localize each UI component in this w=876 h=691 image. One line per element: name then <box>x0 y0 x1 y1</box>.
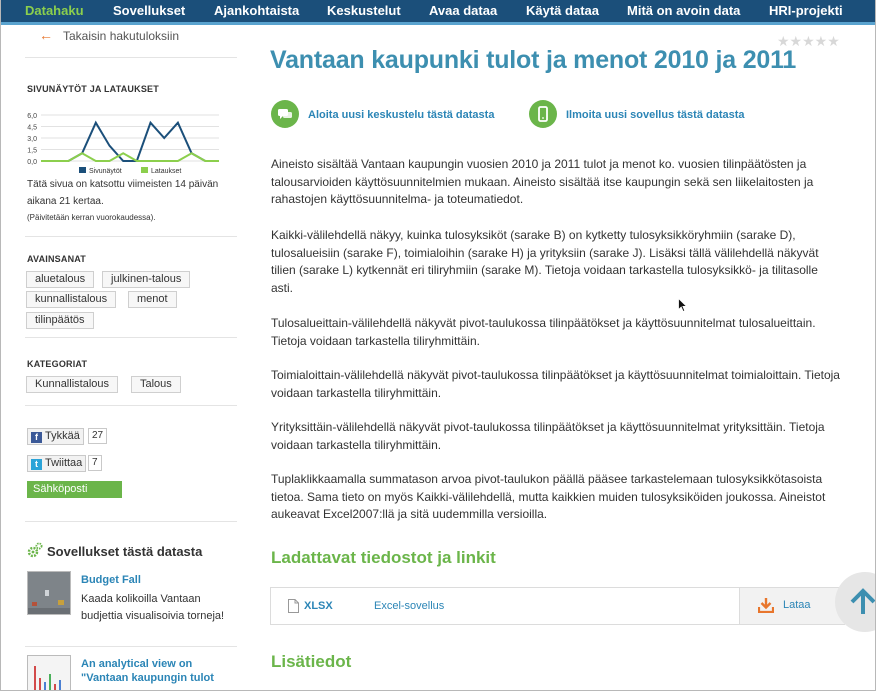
arrow-left-icon: ← <box>39 27 53 43</box>
gears-icon <box>27 542 43 558</box>
twitter-icon: t <box>31 459 42 470</box>
description-paragraph: Kaikki-välilehdellä näkyy, kuinka tulosy… <box>271 228 819 295</box>
file-icon <box>288 599 299 613</box>
sidebar-divider <box>25 646 237 647</box>
nav-hri-projekti[interactable]: HRI-projekti <box>769 3 843 18</box>
keyword-tag[interactable]: kunnallistalous <box>26 291 117 308</box>
email-share-button[interactable]: Sähköposti <box>27 481 122 498</box>
download-button[interactable]: Lataa <box>739 588 845 624</box>
app-title-analytical-view[interactable]: An analytical view on "Vantaan kaupungin… <box>81 657 231 685</box>
categories-heading: KATEGORIAT <box>27 359 88 369</box>
sidebar-divider <box>25 236 237 237</box>
back-to-results-link[interactable]: ← Takaisin hakutuloksiin <box>39 27 179 43</box>
chart-legend-swatch <box>79 167 86 173</box>
views-text-line-1: Tätä sivua on katsottu viimeisten 14 päi… <box>27 179 219 190</box>
views-update-note: (Päivitetään kerran vuorokaudessa). <box>27 213 156 222</box>
facebook-like-count: 27 <box>88 428 108 444</box>
download-icon <box>758 598 774 613</box>
views-text-line-2: aikana 21 kertaa. <box>27 196 104 207</box>
top-navigation: Datahaku Sovellukset Ajankohtaista Kesku… <box>1 0 875 25</box>
chart-y-tick-label: 4,5 <box>27 125 37 132</box>
file-name-link[interactable]: Excel-sovellus <box>374 600 444 612</box>
pageviews-heading: SIVUNÄYTÖT JA LATAUKSET <box>27 84 159 94</box>
chart-y-tick-label: 3,0 <box>27 136 37 143</box>
chart-legend-swatch <box>141 167 148 173</box>
description-paragraph: Tulosalueittain-välilehdellä näkyvät piv… <box>271 316 816 348</box>
app-description: Kaada kolikoilla Vantaan budjettia visua… <box>81 593 225 622</box>
nav-kayta-dataa[interactable]: Käytä dataa <box>526 3 599 18</box>
keyword-tag[interactable]: menot <box>128 291 177 308</box>
keyword-tag[interactable]: julkinen-talous <box>102 271 191 288</box>
chart-series-line <box>41 152 219 162</box>
keyword-tag[interactable]: aluetalous <box>26 271 95 288</box>
twitter-tweet-label: Twiittaa <box>45 457 83 469</box>
start-discussion-link[interactable]: Aloita uusi keskustelu tästä datasta <box>308 109 494 121</box>
twitter-tweet-button[interactable]: t Twiittaa <box>27 455 87 472</box>
report-app-link[interactable]: Ilmoita uusi sovellus tästä datasta <box>566 109 745 121</box>
chart-legend-label: Sivunäytöt <box>89 168 122 175</box>
downloads-heading: Ladattavat tiedostot ja linkit <box>271 548 496 567</box>
app-title-budget-fall[interactable]: Budget Fall <box>81 573 141 587</box>
more-info-heading: Lisätiedot <box>271 652 352 671</box>
nav-keskustelut[interactable]: Keskustelut <box>327 3 401 18</box>
category-tag[interactable]: Talous <box>131 376 181 393</box>
nav-avaa-dataa[interactable]: Avaa dataa <box>429 3 497 18</box>
page-title: Vantaan kaupunki tulot ja menot 2010 ja … <box>270 46 797 74</box>
mouse-cursor-icon <box>678 298 688 313</box>
category-tag[interactable]: Kunnallistalous <box>26 376 118 393</box>
arrow-up-icon <box>850 588 875 614</box>
start-discussion-button[interactable] <box>271 100 299 128</box>
mobile-phone-icon <box>538 106 548 122</box>
description-paragraph: Yrityksittäin-välilehdellä näkyvät pivot… <box>271 420 825 452</box>
sidebar-divider <box>25 405 237 406</box>
nav-sovellukset[interactable]: Sovellukset <box>113 3 185 18</box>
sidebar-divider <box>25 521 237 522</box>
browser-viewport: Datahaku Sovellukset Ajankohtaista Kesku… <box>0 0 876 691</box>
nav-datahaku[interactable]: Datahaku <box>25 3 84 18</box>
speech-bubbles-icon <box>278 109 292 119</box>
app-screenshot-image <box>28 572 70 614</box>
sidebar-divider <box>25 337 237 338</box>
apps-from-dataset-heading: Sovellukset tästä datasta <box>27 542 202 559</box>
app-screenshot-image <box>28 656 70 690</box>
pageviews-chart: 6,0 4,5 3,0 1,5 0,0 Sivunäytöt Lataukset <box>27 113 219 175</box>
file-resource-row: XLSX Excel-sovellus Lataa <box>270 587 845 625</box>
chart-y-tick-label: 0,0 <box>27 159 37 166</box>
description-paragraph: Tuplaklikkaamalla summatason arvoa pivot… <box>271 472 826 521</box>
facebook-like-button[interactable]: f Tykkää <box>27 428 84 445</box>
chart-y-tick-label: 6,0 <box>27 113 37 120</box>
chart-series-line <box>41 120 219 162</box>
keyword-tag[interactable]: tilinpäätös <box>26 312 94 329</box>
description-paragraph: Aineisto sisältää Vantaan kaupungin vuos… <box>271 157 814 206</box>
nav-mita-on-avoin-data[interactable]: Mitä on avoin data <box>627 3 740 18</box>
apps-heading-label: Sovellukset tästä datasta <box>47 544 203 559</box>
app-thumbnail-analytical-view[interactable] <box>27 655 71 690</box>
description-paragraph: Toimialoittain-välilehdellä näkyvät pivo… <box>271 368 840 400</box>
twitter-tweet-count: 7 <box>88 455 102 471</box>
keywords-heading: AVAINSANAT <box>27 254 86 264</box>
back-link-label: Takaisin hakutuloksiin <box>63 29 180 43</box>
facebook-like-label: Tykkää <box>45 430 80 442</box>
report-app-button[interactable] <box>529 100 557 128</box>
chart-y-tick-label: 1,5 <box>27 148 37 155</box>
nav-ajankohtaista[interactable]: Ajankohtaista <box>214 3 299 18</box>
sidebar-divider <box>25 57 237 58</box>
facebook-icon: f <box>31 432 42 443</box>
app-thumbnail-budget-fall[interactable] <box>27 571 71 615</box>
download-label: Lataa <box>783 599 811 611</box>
file-format-link[interactable]: XLSX <box>304 600 333 612</box>
chart-legend-label: Lataukset <box>151 168 181 175</box>
